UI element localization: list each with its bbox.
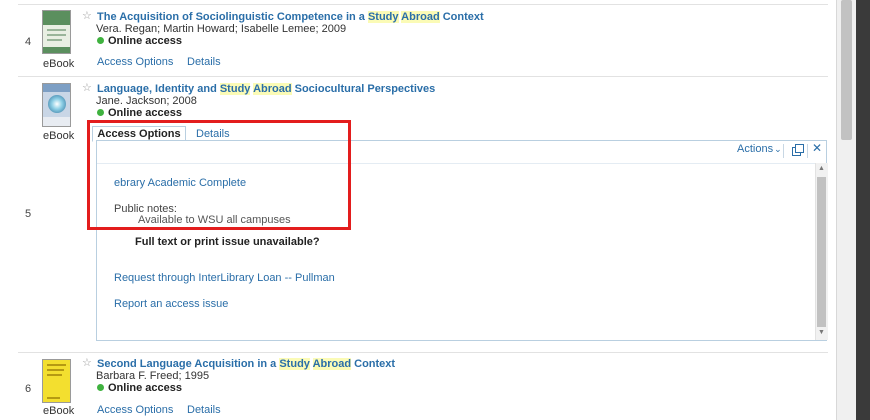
result-authors: Vera. Regan; Martin Howard; Isabelle Lem… — [96, 23, 347, 35]
report-access-issue-link[interactable]: Report an access issue — [114, 298, 228, 310]
result-authors: Jane. Jackson; 2008 — [96, 95, 197, 107]
result-title-link[interactable]: The Acquisition of Sociolinguistic Compe… — [97, 11, 484, 23]
online-status-icon — [97, 37, 104, 44]
resource-type-label: eBook — [43, 405, 75, 417]
online-status-icon — [97, 384, 104, 391]
star-icon[interactable]: ☆ — [82, 11, 92, 22]
page-scrollbar[interactable] — [836, 0, 857, 420]
availability-status: Online access — [97, 107, 182, 119]
availability-status: Online access — [97, 35, 182, 47]
divider — [18, 352, 828, 353]
access-options-link[interactable]: Access Options — [97, 404, 173, 416]
unavailable-heading: Full text or print issue unavailable? — [135, 236, 320, 248]
open-new-window-icon[interactable] — [791, 143, 805, 157]
annotation-highlight-box — [87, 120, 351, 230]
result-title-link[interactable]: Second Language Acquisition in a Study A… — [97, 358, 395, 370]
result-authors: Barbara F. Freed; 1995 — [96, 370, 210, 382]
scroll-down-arrow-icon[interactable]: ▼ — [818, 329, 825, 336]
book-cover-thumbnail[interactable] — [42, 10, 71, 54]
divider — [18, 76, 828, 77]
interlibrary-loan-link[interactable]: Request through InterLibrary Loan -- Pul… — [114, 272, 335, 284]
result-title-link[interactable]: Language, Identity and Study Abroad Soci… — [97, 83, 435, 95]
toolbar-divider — [807, 144, 808, 158]
result-number: 4 — [25, 36, 32, 48]
details-link[interactable]: Details — [187, 404, 221, 416]
result-number: 5 — [25, 208, 32, 220]
result-number: 6 — [25, 383, 32, 395]
panel-scrollbar-thumb[interactable] — [817, 177, 826, 327]
resource-type-label: eBook — [43, 130, 75, 142]
page-scrollbar-thumb[interactable] — [841, 0, 852, 140]
close-icon[interactable]: ✕ — [812, 141, 822, 155]
star-icon[interactable]: ☆ — [82, 358, 92, 369]
book-cover-thumbnail[interactable] — [42, 83, 71, 127]
resource-type-label: eBook — [43, 58, 75, 70]
scroll-up-arrow-icon[interactable]: ▲ — [818, 165, 825, 172]
window-edge — [856, 0, 870, 420]
toolbar-divider — [783, 144, 784, 158]
chevron-down-icon: ⌄ — [774, 144, 782, 154]
star-icon[interactable]: ☆ — [82, 83, 92, 94]
actions-menu-button[interactable]: Actions⌄ — [737, 143, 782, 155]
book-cover-thumbnail[interactable] — [42, 359, 71, 403]
access-options-link[interactable]: Access Options — [97, 56, 173, 68]
availability-status: Online access — [97, 382, 182, 394]
online-status-icon — [97, 109, 104, 116]
panel-scrollbar[interactable]: ▲ ▼ — [815, 163, 828, 340]
details-link[interactable]: Details — [187, 56, 221, 68]
divider — [18, 4, 828, 5]
